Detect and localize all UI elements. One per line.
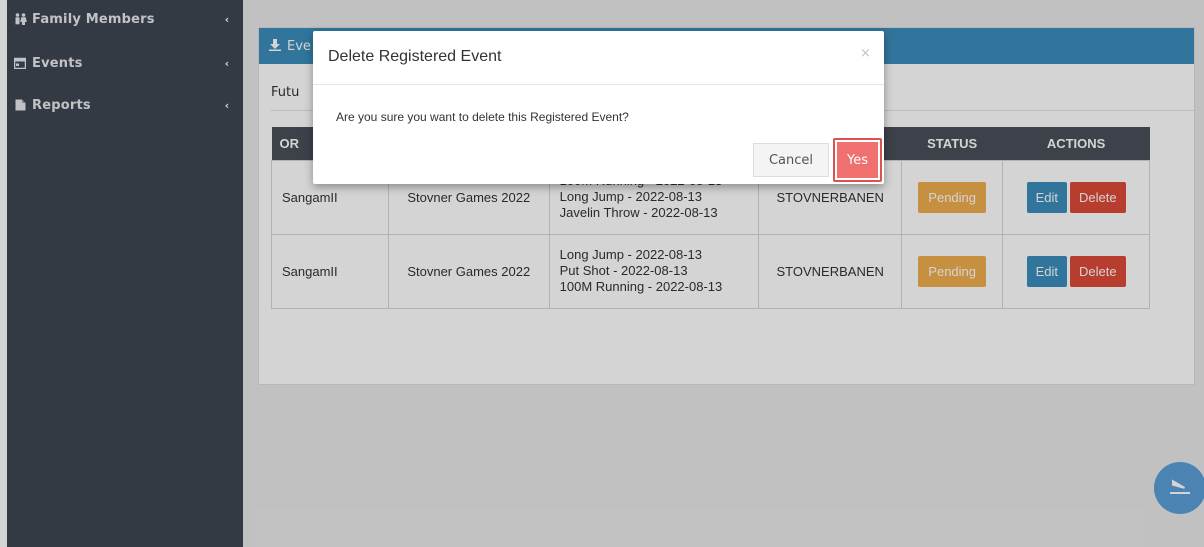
confirm-button-highlight: Yes [833, 138, 882, 182]
dialog-message: Are you sure you want to delete this Reg… [336, 110, 629, 124]
delete-confirm-dialog: Delete Registered Event × Are you sure y… [313, 31, 884, 184]
close-icon[interactable]: × [860, 46, 871, 61]
cancel-button[interactable]: Cancel [753, 143, 829, 177]
dialog-title: Delete Registered Event [328, 48, 502, 65]
yes-button[interactable]: Yes [837, 142, 878, 178]
dialog-divider [313, 84, 884, 85]
